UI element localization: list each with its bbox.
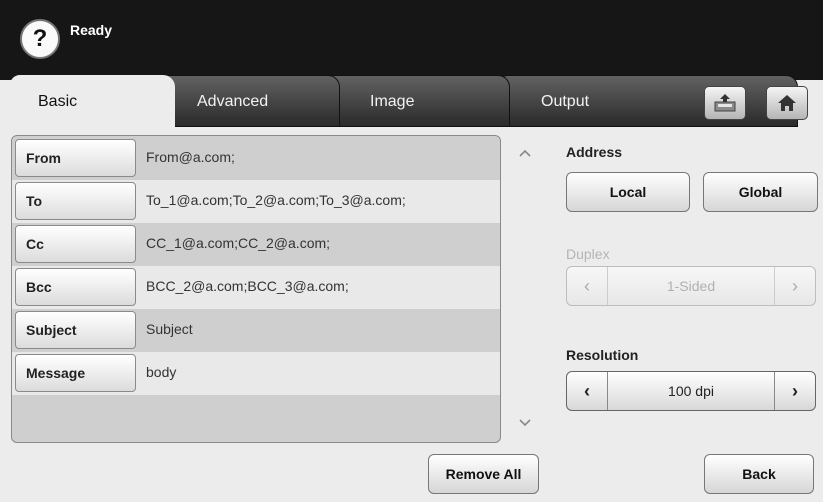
resolution-next-button[interactable]: › <box>774 372 815 410</box>
tab-bar: Output Image Advanced Basic <box>0 75 823 127</box>
duplex-next-button: › <box>774 267 815 305</box>
export-button[interactable] <box>704 86 746 120</box>
bcc-button[interactable]: Bcc <box>15 268 136 306</box>
status-text: Ready <box>70 22 113 38</box>
field-row-to: To To_1@a.com;To_2@a.com;To_3@a.com; <box>12 180 500 223</box>
scroll-down-button[interactable] <box>512 410 538 436</box>
field-row-bcc: Bcc BCC_2@a.com;BCC_3@a.com; <box>12 266 500 309</box>
home-icon <box>778 95 796 111</box>
subject-value: Subject <box>146 321 193 337</box>
message-value: body <box>146 364 177 380</box>
tab-advanced[interactable]: Advanced <box>160 75 340 127</box>
cc-value: CC_1@a.com;CC_2@a.com; <box>146 235 331 251</box>
global-button[interactable]: Global <box>703 172 818 212</box>
back-button[interactable]: Back <box>704 454 814 494</box>
to-button[interactable]: To <box>15 182 136 220</box>
resolution-value: 100 dpi <box>668 383 714 399</box>
duplex-label: Duplex <box>566 246 610 262</box>
email-fields-list: From From@a.com; To To_1@a.com;To_2@a.co… <box>11 135 501 443</box>
local-button[interactable]: Local <box>566 172 690 212</box>
chevron-up-icon <box>519 149 531 157</box>
duplex-prev-button: ‹ <box>567 267 608 305</box>
resolution-stepper: ‹ 100 dpi › <box>566 371 816 411</box>
field-row-message: Message body <box>12 352 500 395</box>
cc-button[interactable]: Cc <box>15 225 136 263</box>
address-label: Address <box>566 144 623 160</box>
from-button[interactable]: From <box>15 139 136 177</box>
to-value: To_1@a.com;To_2@a.com;To_3@a.com; <box>146 192 406 208</box>
remove-all-button[interactable]: Remove All <box>428 454 539 494</box>
top-bar: ? Ready <box>0 0 823 80</box>
field-row-subject: Subject Subject <box>12 309 500 352</box>
duplex-value: 1-Sided <box>666 278 716 294</box>
export-icon <box>714 94 736 112</box>
tab-basic[interactable]: Basic <box>10 75 175 127</box>
resolution-label: Resolution <box>566 347 639 363</box>
resolution-prev-button[interactable]: ‹ <box>567 372 608 410</box>
field-row-cc: Cc CC_1@a.com;CC_2@a.com; <box>12 223 500 266</box>
tab-output[interactable]: Output <box>498 75 798 127</box>
scroll-up-button[interactable] <box>512 140 538 166</box>
message-button[interactable]: Message <box>15 354 136 392</box>
bcc-value: BCC_2@a.com;BCC_3@a.com; <box>146 278 349 294</box>
home-button[interactable] <box>766 86 808 120</box>
chevron-down-icon <box>519 419 531 427</box>
tab-image[interactable]: Image <box>325 75 510 127</box>
duplex-stepper: ‹ 1-Sided › <box>566 266 816 306</box>
help-button[interactable]: ? <box>20 19 60 59</box>
field-row-from: From From@a.com; <box>12 137 500 180</box>
subject-button[interactable]: Subject <box>15 311 136 349</box>
from-value: From@a.com; <box>146 149 235 165</box>
